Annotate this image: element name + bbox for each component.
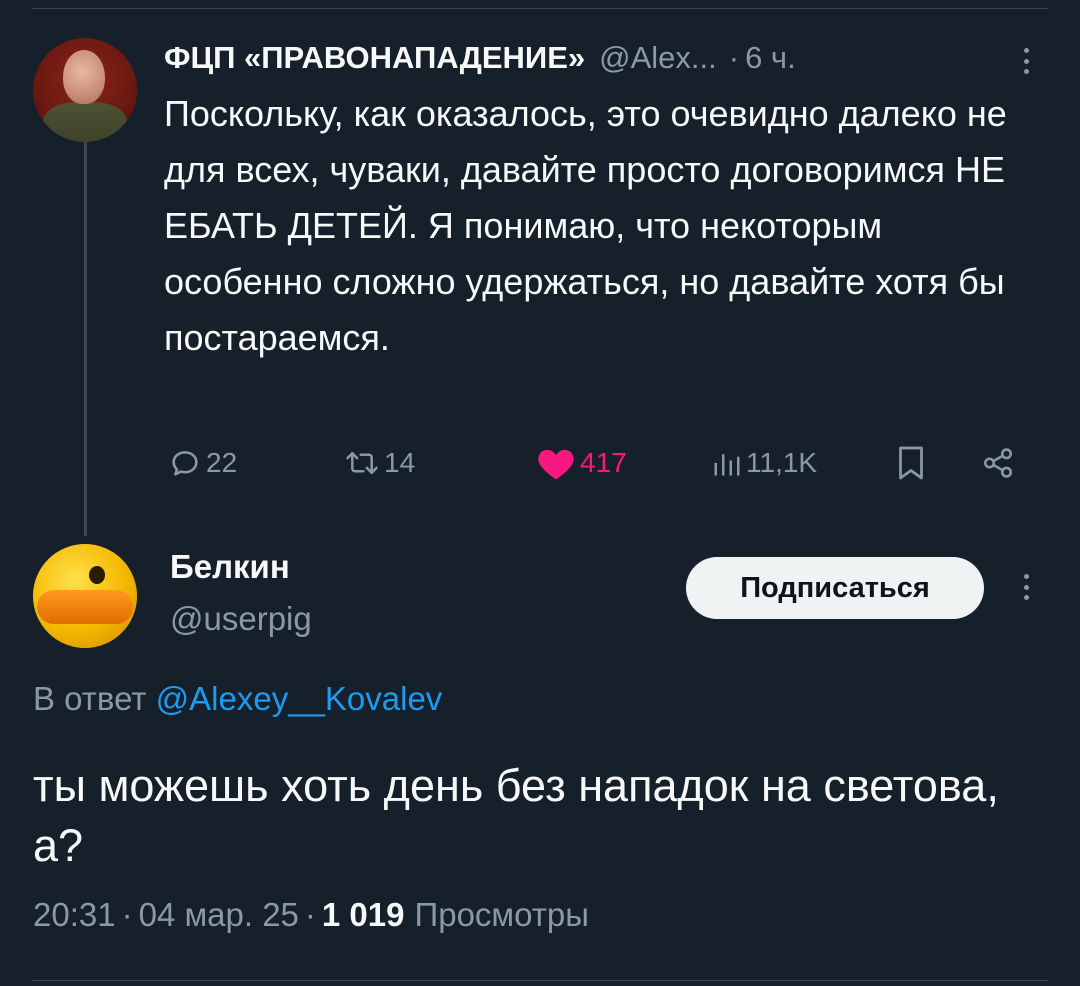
author-handle[interactable]: @Alex... [599,40,717,76]
like-button[interactable]: 417 [536,438,627,488]
more-options-icon[interactable] [1016,570,1036,604]
avatar[interactable] [33,544,137,648]
repost-icon [346,452,378,474]
bookmark-icon [899,446,923,480]
avatar-duck-beak [37,590,133,624]
author-name[interactable]: Белкин [170,548,290,586]
tweet-header: ФЦП «ПРАВОНАПАДЕНИЕ» @Alex... · 6 ч. [164,36,796,80]
tweet-date[interactable]: 04 мар. 25 [139,896,299,934]
author-handle[interactable]: @userpig [170,600,312,638]
tweet-text: Поскольку, как оказалось, это очевидно д… [164,93,1007,358]
thread-line [84,140,87,536]
like-count: 417 [580,447,627,478]
tweet-actions: 22 14 417 11,1K [164,438,1034,488]
heart-icon [538,449,574,480]
avatar[interactable] [33,38,137,142]
bookmark-button[interactable] [896,438,926,488]
bottom-divider [32,980,1048,981]
views-count: 11,1K [746,447,818,478]
meta-separator: · [121,896,133,933]
avatar-figure-head [63,50,105,104]
share-button[interactable] [980,438,1016,488]
author-name[interactable]: ФЦП «ПРАВОНАПАДЕНИЕ» [164,40,585,76]
reply-count: 22 [206,447,238,478]
in-reply-mention-link[interactable]: @Alexey__Kovalev [156,680,443,717]
reply-button[interactable]: 22 [168,438,237,488]
avatar-duck-eye [89,566,105,584]
analytics-icon [714,454,740,476]
in-reply-prefix: В ответ [33,680,147,717]
tweet-time[interactable]: 6 ч. [745,40,796,76]
more-options-icon[interactable] [1016,44,1036,78]
tweet-meta: 20:31 · 04 мар. 25 · 1 019 Просмотры [33,896,589,934]
header-separator: · [728,40,740,75]
tweet-text: ты можешь хоть день без нападок на свето… [33,760,999,871]
avatar-figure-body [43,102,127,142]
views-label: Просмотры [414,896,589,933]
views-button[interactable]: 11,1K [712,438,817,488]
in-reply-to: В ответ @Alexey__Kovalev [33,680,442,718]
repost-count: 14 [384,447,416,478]
share-icon [983,448,1013,478]
tweet-time[interactable]: 20:31 [33,896,116,934]
repost-button[interactable]: 14 [344,438,415,488]
reply-icon [172,451,198,476]
top-divider [32,8,1048,9]
meta-separator: · [304,896,316,933]
views-count: 1 019 [321,896,405,933]
follow-button[interactable]: Подписаться [686,557,984,619]
